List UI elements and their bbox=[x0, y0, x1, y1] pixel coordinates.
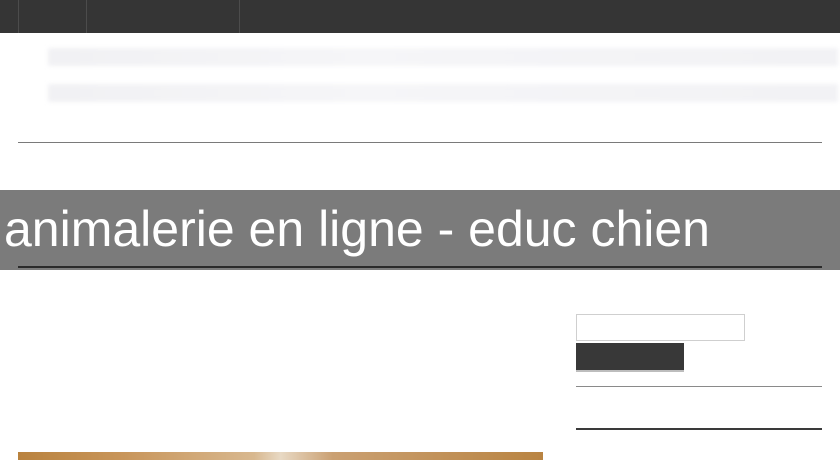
search-input[interactable] bbox=[576, 314, 745, 341]
page-title: animalerie en ligne - educ chien bbox=[4, 201, 710, 257]
header-divider bbox=[18, 142, 822, 143]
title-underline bbox=[18, 266, 822, 268]
sidebar-divider bbox=[576, 386, 822, 387]
search-button[interactable] bbox=[576, 343, 684, 372]
blurred-text-line bbox=[48, 48, 838, 66]
nav-item-2[interactable] bbox=[87, 0, 239, 33]
page-title-band: animalerie en ligne - educ chien bbox=[0, 190, 840, 270]
sidebar-section-rule bbox=[576, 428, 822, 430]
nav-item-3[interactable] bbox=[240, 0, 840, 33]
blurred-text-line bbox=[48, 84, 838, 102]
nav-item-1[interactable] bbox=[19, 0, 86, 33]
top-navigation-bar bbox=[0, 0, 840, 33]
article-image[interactable] bbox=[18, 452, 543, 460]
